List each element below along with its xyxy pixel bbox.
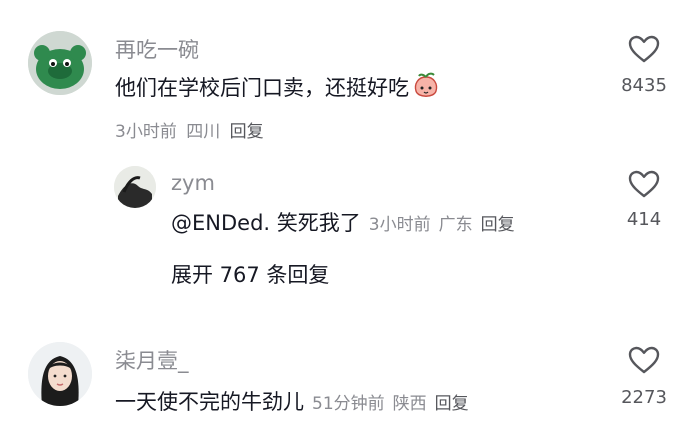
reply-location: 广东 xyxy=(438,215,473,235)
heart-icon xyxy=(628,170,660,198)
reply-text: @ENDed. 笑死我了 3小时前 广东 回复 xyxy=(171,207,515,237)
comment-text: 一天使不完的牛劲儿 51分钟前 陕西 回复 xyxy=(115,386,469,416)
reply-text-body: @ENDed. 笑死我了 xyxy=(171,211,361,235)
comment-text-body: 他们在学校后门口卖，还挺好吃 xyxy=(115,76,409,100)
like-count: 2273 xyxy=(621,387,667,408)
comment-time: 51分钟前 xyxy=(312,394,385,414)
reply-button[interactable]: 回复 xyxy=(230,122,264,142)
like-button[interactable] xyxy=(627,169,661,203)
expand-replies-button[interactable]: 展开 767 条回复 xyxy=(171,259,329,289)
like-button[interactable] xyxy=(627,34,661,68)
heart-icon xyxy=(628,35,660,63)
comment-username[interactable]: 再吃一碗 xyxy=(115,34,199,64)
comment-text: 他们在学校后门口卖，还挺好吃 xyxy=(115,71,441,106)
like-count: 414 xyxy=(626,209,662,230)
comment-username[interactable]: 柒月壹_ xyxy=(115,345,189,375)
reply-button[interactable]: 回复 xyxy=(435,394,469,414)
comment-location: 陕西 xyxy=(392,394,427,414)
avatar[interactable] xyxy=(114,166,156,208)
comment-text-body: 一天使不完的牛劲儿 xyxy=(115,390,304,414)
avatar[interactable] xyxy=(28,342,92,406)
like-count: 8435 xyxy=(621,75,667,96)
comment-meta: 3小时前 四川 回复 xyxy=(115,117,264,142)
like-button[interactable] xyxy=(627,345,661,379)
reply-username[interactable]: zym xyxy=(171,171,215,195)
reply-time: 3小时前 xyxy=(368,215,431,235)
reply-button[interactable]: 回复 xyxy=(481,215,515,235)
comment-time: 3小时前 xyxy=(115,122,177,142)
peach-emoji-icon xyxy=(411,71,441,106)
comment-location: 四川 xyxy=(186,122,221,142)
avatar[interactable] xyxy=(28,31,92,95)
heart-icon xyxy=(628,346,660,374)
